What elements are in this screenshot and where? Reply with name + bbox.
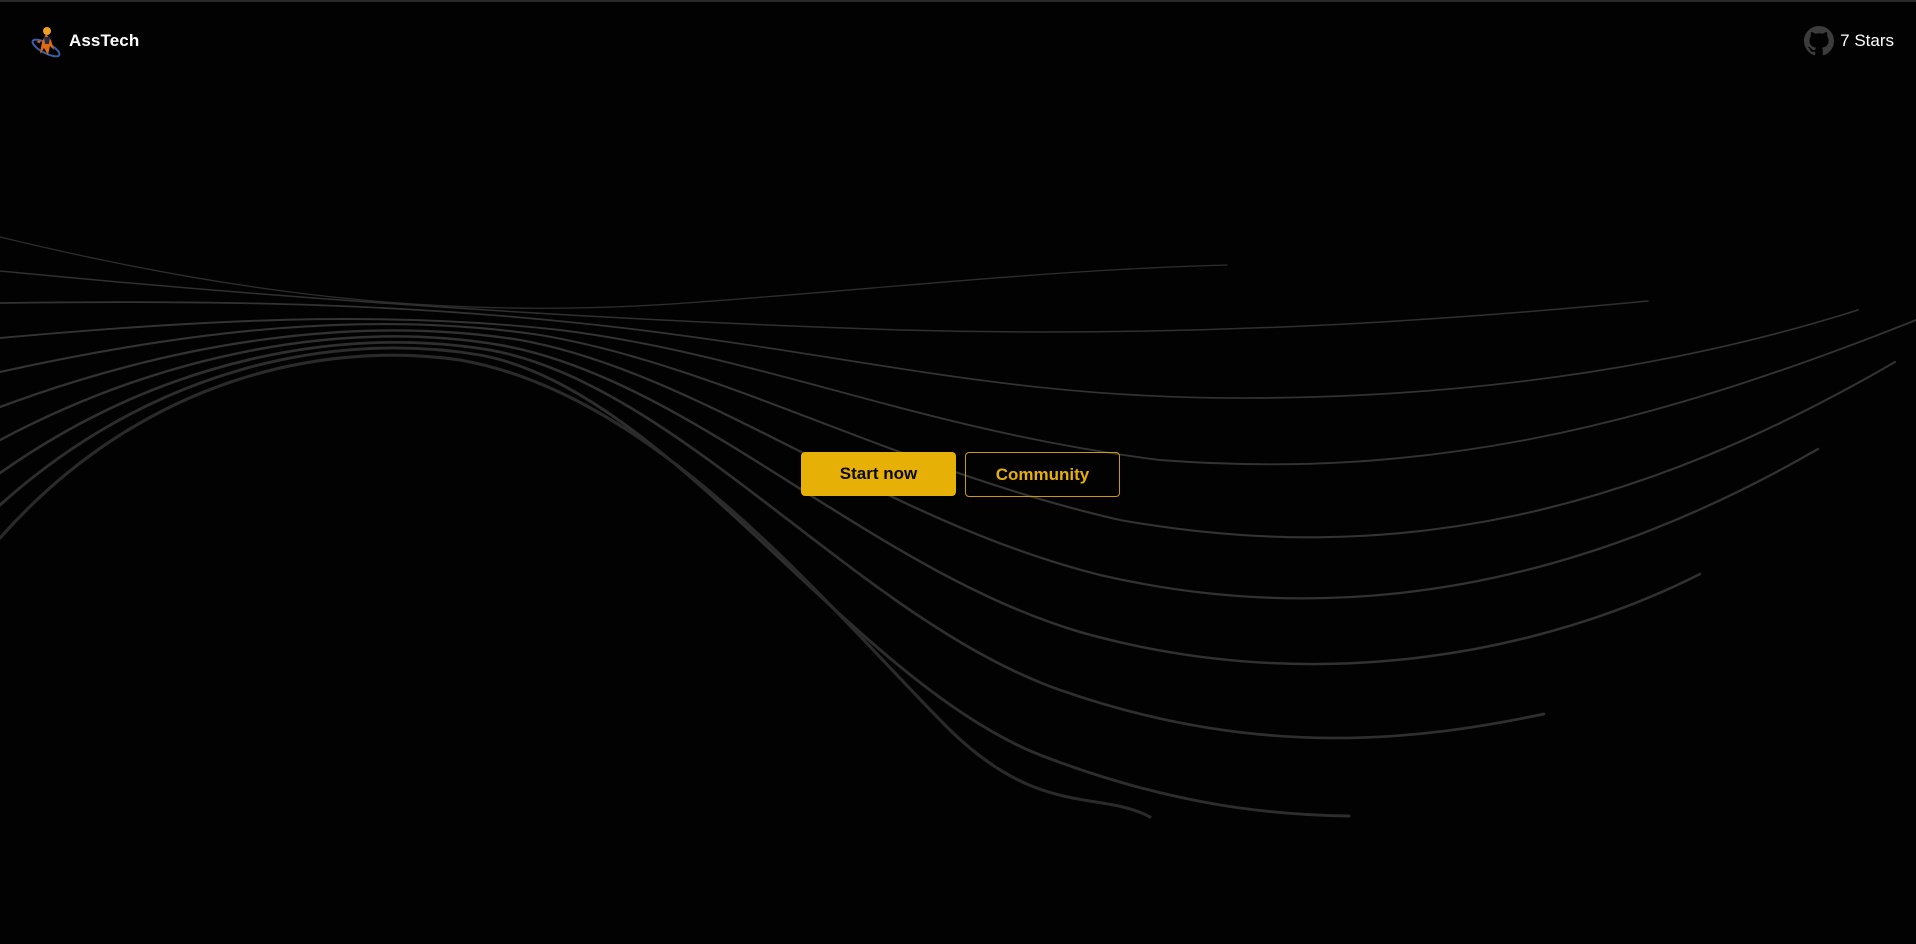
github-stars-link[interactable]: 7 Stars bbox=[1804, 26, 1894, 56]
wave-line bbox=[0, 322, 1897, 539]
community-button[interactable]: Community bbox=[965, 452, 1120, 497]
hero-actions: Start now Community bbox=[801, 452, 1120, 497]
brand-name: AssTech bbox=[69, 31, 140, 50]
wave-line bbox=[0, 270, 1649, 333]
wave-line bbox=[0, 236, 1228, 309]
stars-count-label: 7 Stars bbox=[1840, 31, 1894, 50]
wave-line bbox=[0, 341, 1546, 740]
start-now-button[interactable]: Start now bbox=[801, 452, 956, 496]
wave-line bbox=[0, 335, 1702, 666]
wave-line bbox=[0, 318, 1916, 466]
wave-line bbox=[0, 353, 1152, 819]
wave-line bbox=[0, 346, 1351, 818]
astronaut-logo-icon bbox=[31, 27, 61, 58]
github-icon bbox=[1804, 26, 1835, 56]
landing-page: AssTech 7 Stars Start now Community bbox=[0, 0, 1916, 944]
brand-home-link[interactable]: AssTech bbox=[30, 24, 139, 58]
wave-line bbox=[0, 301, 1859, 399]
top-navigation: AssTech 7 Stars bbox=[0, 0, 1916, 80]
